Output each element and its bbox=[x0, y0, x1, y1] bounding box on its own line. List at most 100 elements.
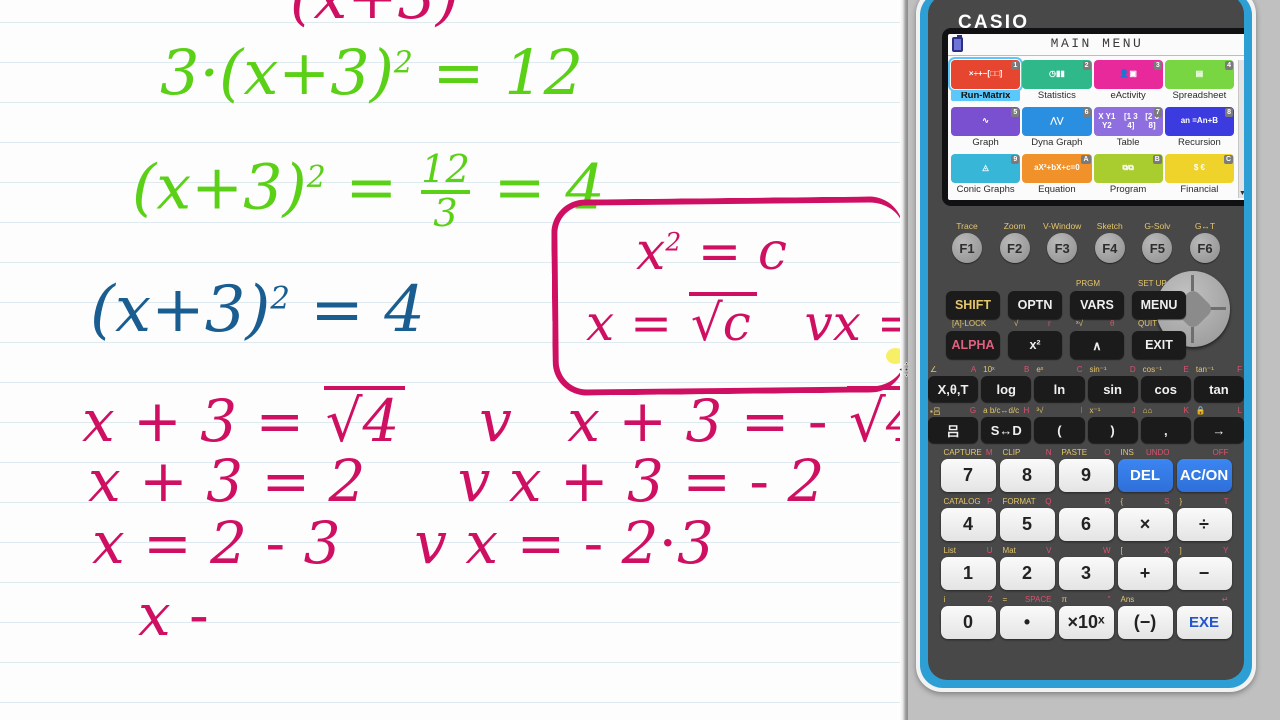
key-3-cell[interactable]: W3 bbox=[1058, 546, 1114, 590]
lcd-screen[interactable]: MAIN MENU ×÷ +− [□□] 1 Run-Matrix ◷▮▮ 2 Statist… bbox=[948, 34, 1244, 200]
key-8-cell[interactable]: CLIP N 8 bbox=[999, 448, 1055, 492]
key-button[interactable]: 吕 bbox=[928, 417, 979, 443]
key---cell[interactable]: 🔒 L → bbox=[1193, 406, 1244, 443]
key-button[interactable]: AC/ON bbox=[1176, 459, 1232, 492]
key-button[interactable]: X,θ,T bbox=[928, 376, 979, 402]
key-button[interactable]: 7 bbox=[940, 459, 996, 492]
key-button[interactable]: tan bbox=[1193, 376, 1244, 402]
key-button[interactable]: EXE bbox=[1176, 606, 1232, 639]
key-ln-cell[interactable]: eˣ Cln bbox=[1034, 365, 1085, 402]
fkey-button[interactable]: F5 bbox=[1142, 233, 1173, 263]
key-button[interactable]: 3 bbox=[1058, 557, 1114, 590]
key---cell[interactable]: ⌂⌂ K, bbox=[1140, 406, 1191, 443]
key-shift[interactable]: SHIFT bbox=[946, 291, 1000, 319]
pane-divider-scrollbar[interactable] bbox=[900, 0, 908, 720]
numpad-row-4[interactable]: i Z 0 = SPACE • π " ×10ˣ Ans (−) ↵ EXE bbox=[928, 595, 1244, 639]
fkey-button[interactable]: F2 bbox=[999, 233, 1030, 263]
main-menu-icon-grid[interactable]: ×÷ +− [□□] 1 Run-Matrix ◷▮▮ 2 Statistics 👤▣ 3 eAct… bbox=[948, 57, 1234, 199]
numeric-keypad[interactable]: CAPTURE M 7 CLIP N 8 PASTE O 9 INS UNDO DEL OFF AC/ON… bbox=[928, 448, 1244, 639]
key---cell[interactable]: [X + bbox=[1117, 546, 1173, 590]
fkey-f3[interactable]: V-Window F3 bbox=[1041, 221, 1083, 263]
key-5-cell[interactable]: FORMAT Q 5 bbox=[999, 497, 1055, 541]
menu-item-spreadsheet[interactable]: ▤ 4 Spreadsheet bbox=[1164, 60, 1234, 105]
key-button[interactable]: • bbox=[999, 606, 1055, 639]
screen-scrollbar[interactable]: ▼ bbox=[1238, 60, 1244, 198]
menu-item-run-matrix[interactable]: ×÷ +− [□□] 1 Run-Matrix bbox=[948, 57, 1024, 105]
key---cell[interactable]: } T ÷ bbox=[1176, 497, 1232, 541]
key-button[interactable]: − bbox=[1176, 557, 1232, 590]
key-s-d-cell[interactable]: a b/c↔d/c H S↔D bbox=[981, 406, 1032, 443]
key-4-cell[interactable]: CATALOG P 4 bbox=[940, 497, 996, 541]
numpad-row-1[interactable]: CAPTURE M 7 CLIP N 8 PASTE O 9 INS UNDO DEL OFF AC/ON bbox=[928, 448, 1244, 492]
key-9-cell[interactable]: PASTE O 9 bbox=[1058, 448, 1114, 492]
key-log-cell[interactable]: 10ˣ Blog bbox=[981, 365, 1032, 402]
key-menu[interactable]: MENU bbox=[1132, 291, 1186, 319]
key-x-[interactable]: x² bbox=[1008, 331, 1062, 359]
key---cell[interactable]: {S × bbox=[1117, 497, 1173, 541]
function-row-1[interactable]: ∠ A X,θ,T 10ˣ Blog eˣ Cln sin⁻¹ Dsin cos⁻¹ Ecos tan… bbox=[928, 365, 1244, 402]
key-sin-cell[interactable]: sin⁻¹ Dsin bbox=[1087, 365, 1138, 402]
key-exe-cell[interactable]: ↵ EXE bbox=[1176, 595, 1232, 639]
fkey-button[interactable]: F6 bbox=[1189, 233, 1220, 263]
key-button[interactable]: ÷ bbox=[1176, 508, 1232, 541]
key-exit[interactable]: EXIT bbox=[1132, 331, 1186, 359]
scroll-down-arrow[interactable]: ▼ bbox=[1239, 190, 1244, 197]
function-key-row[interactable]: Trace F1 Zoom F2 V-Window F3 Sketch F4 G-Solv F5 G… bbox=[928, 221, 1244, 263]
key-button[interactable]: 2 bbox=[999, 557, 1055, 590]
menu-item-eactivity[interactable]: 👤▣ 3 eActivity bbox=[1093, 60, 1163, 105]
fkey-f2[interactable]: Zoom F2 bbox=[994, 221, 1036, 263]
key--[interactable]: ∧ bbox=[1070, 331, 1124, 359]
key-x-t-cell[interactable]: ∠ A X,θ,T bbox=[928, 365, 979, 402]
key-optn[interactable]: OPTN bbox=[1008, 291, 1062, 319]
key-button[interactable]: → bbox=[1193, 417, 1244, 443]
modifier-key-block[interactable]: SHIFT OPTN PRGM VARS SET UP MENU [A]-LOCK ALPHA… bbox=[928, 269, 1244, 361]
key-button[interactable]: ) bbox=[1087, 417, 1138, 443]
key-del-cell[interactable]: INS UNDO DEL bbox=[1117, 448, 1173, 492]
key-button[interactable]: 6 bbox=[1058, 508, 1114, 541]
key-button[interactable]: sin bbox=[1087, 376, 1138, 402]
key-button[interactable]: 9 bbox=[1058, 459, 1114, 492]
key-button[interactable]: ( bbox=[1034, 417, 1085, 443]
key-vars[interactable]: VARS bbox=[1070, 291, 1124, 319]
fkey-f4[interactable]: Sketch F4 bbox=[1089, 221, 1131, 263]
key-button[interactable]: cos bbox=[1140, 376, 1191, 402]
key-button[interactable]: 4 bbox=[940, 508, 996, 541]
fkey-button[interactable]: F4 bbox=[1094, 233, 1125, 263]
key-1-cell[interactable]: List U 1 bbox=[940, 546, 996, 590]
key-button[interactable]: (−) bbox=[1117, 606, 1173, 639]
key---cell[interactable]: ] Y − bbox=[1176, 546, 1232, 590]
key-button[interactable]: × bbox=[1117, 508, 1173, 541]
key---cell[interactable]: Ans (−) bbox=[1117, 595, 1173, 639]
fkey-button[interactable]: F3 bbox=[1047, 233, 1078, 263]
key---cell[interactable]: x⁻¹ J) bbox=[1087, 406, 1138, 443]
numpad-row-2[interactable]: CATALOG P 4 FORMAT Q 5 R 6{S ×} T ÷ bbox=[928, 497, 1244, 541]
key-button[interactable]: log bbox=[981, 376, 1032, 402]
key-button[interactable]: 0 bbox=[940, 606, 996, 639]
key---cell[interactable]: ³√ I ( bbox=[1034, 406, 1085, 443]
fkey-f1[interactable]: Trace F1 bbox=[946, 221, 988, 263]
keypad[interactable]: Trace F1 Zoom F2 V-Window F3 Sketch F4 G-Solv F5 G… bbox=[928, 215, 1244, 680]
key-button[interactable]: ln bbox=[1034, 376, 1085, 402]
menu-item-financial[interactable]: $ € C Financial bbox=[1164, 154, 1234, 199]
key-button[interactable]: DEL bbox=[1117, 459, 1173, 492]
key-ac-on-cell[interactable]: OFF AC/ON bbox=[1176, 448, 1232, 492]
key-2-cell[interactable]: Mat V 2 bbox=[999, 546, 1055, 590]
function-row-2[interactable]: ▪吕 G 吕 a b/c↔d/c H S↔D ³√ I(x⁻¹ J) ⌂⌂ K, 🔒 L → bbox=[928, 406, 1244, 443]
key---cell[interactable]: = SPACE • bbox=[999, 595, 1055, 639]
key-button[interactable]: + bbox=[1117, 557, 1173, 590]
numpad-row-3[interactable]: List U 1 Mat V 2 W 3[X +] Y − bbox=[928, 546, 1244, 590]
key-button[interactable]: 5 bbox=[999, 508, 1055, 541]
key-0-cell[interactable]: iZ0 bbox=[940, 595, 996, 639]
key-button[interactable]: 8 bbox=[999, 459, 1055, 492]
fkey-f5[interactable]: G-Solv F5 bbox=[1136, 221, 1178, 263]
menu-item-statistics[interactable]: ◷▮▮ 2 Statistics bbox=[1022, 60, 1092, 105]
key-button[interactable]: ×10ˣ bbox=[1058, 606, 1114, 639]
key---cell[interactable]: ▪吕 G 吕 bbox=[928, 406, 979, 443]
fkey-button[interactable]: F1 bbox=[952, 233, 982, 263]
key-button[interactable]: , bbox=[1140, 417, 1191, 443]
key-button[interactable]: 1 bbox=[940, 557, 996, 590]
menu-item-table[interactable]: X Y1 Y2 [1 3 4] [2 6 8] 7 Table bbox=[1093, 107, 1163, 152]
notebook-pane[interactable]: (𝑥+3) 3·(𝑥+3)2 = 12 (𝑥+3)2 = 123 = 4 (𝑥+… bbox=[0, 0, 900, 720]
key--10--cell[interactable]: π " ×10ˣ bbox=[1058, 595, 1114, 639]
key-alpha[interactable]: ALPHA bbox=[946, 331, 1000, 359]
